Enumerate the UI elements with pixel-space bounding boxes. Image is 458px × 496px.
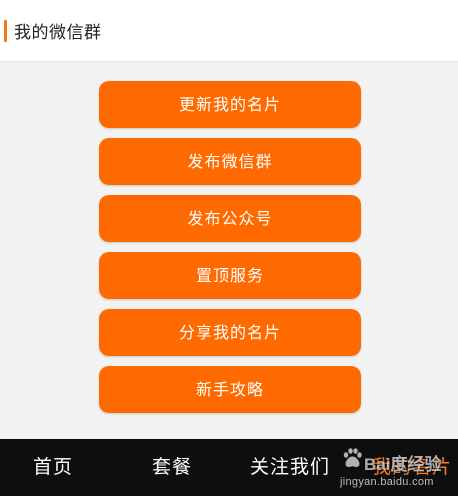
bottom-tab-bar: 首页 套餐 关注我们 我的名片 (0, 439, 458, 496)
tab-plans[interactable]: 套餐 (152, 439, 192, 496)
pin-service-button[interactable]: 置顶服务 (99, 252, 361, 299)
tab-home[interactable]: 首页 (33, 439, 73, 496)
share-card-button[interactable]: 分享我的名片 (99, 309, 361, 356)
publish-group-button[interactable]: 发布微信群 (99, 138, 361, 185)
update-card-button[interactable]: 更新我的名片 (99, 81, 361, 128)
tab-my-card[interactable]: 我的名片 (372, 439, 452, 496)
title-accent-bar (4, 20, 7, 42)
beginner-guide-button[interactable]: 新手攻略 (99, 366, 361, 413)
tab-follow-us[interactable]: 关注我们 (250, 439, 330, 496)
page-header: 我的微信群 (0, 0, 458, 62)
publish-account-button[interactable]: 发布公众号 (99, 195, 361, 242)
page-title: 我的微信群 (14, 23, 102, 43)
